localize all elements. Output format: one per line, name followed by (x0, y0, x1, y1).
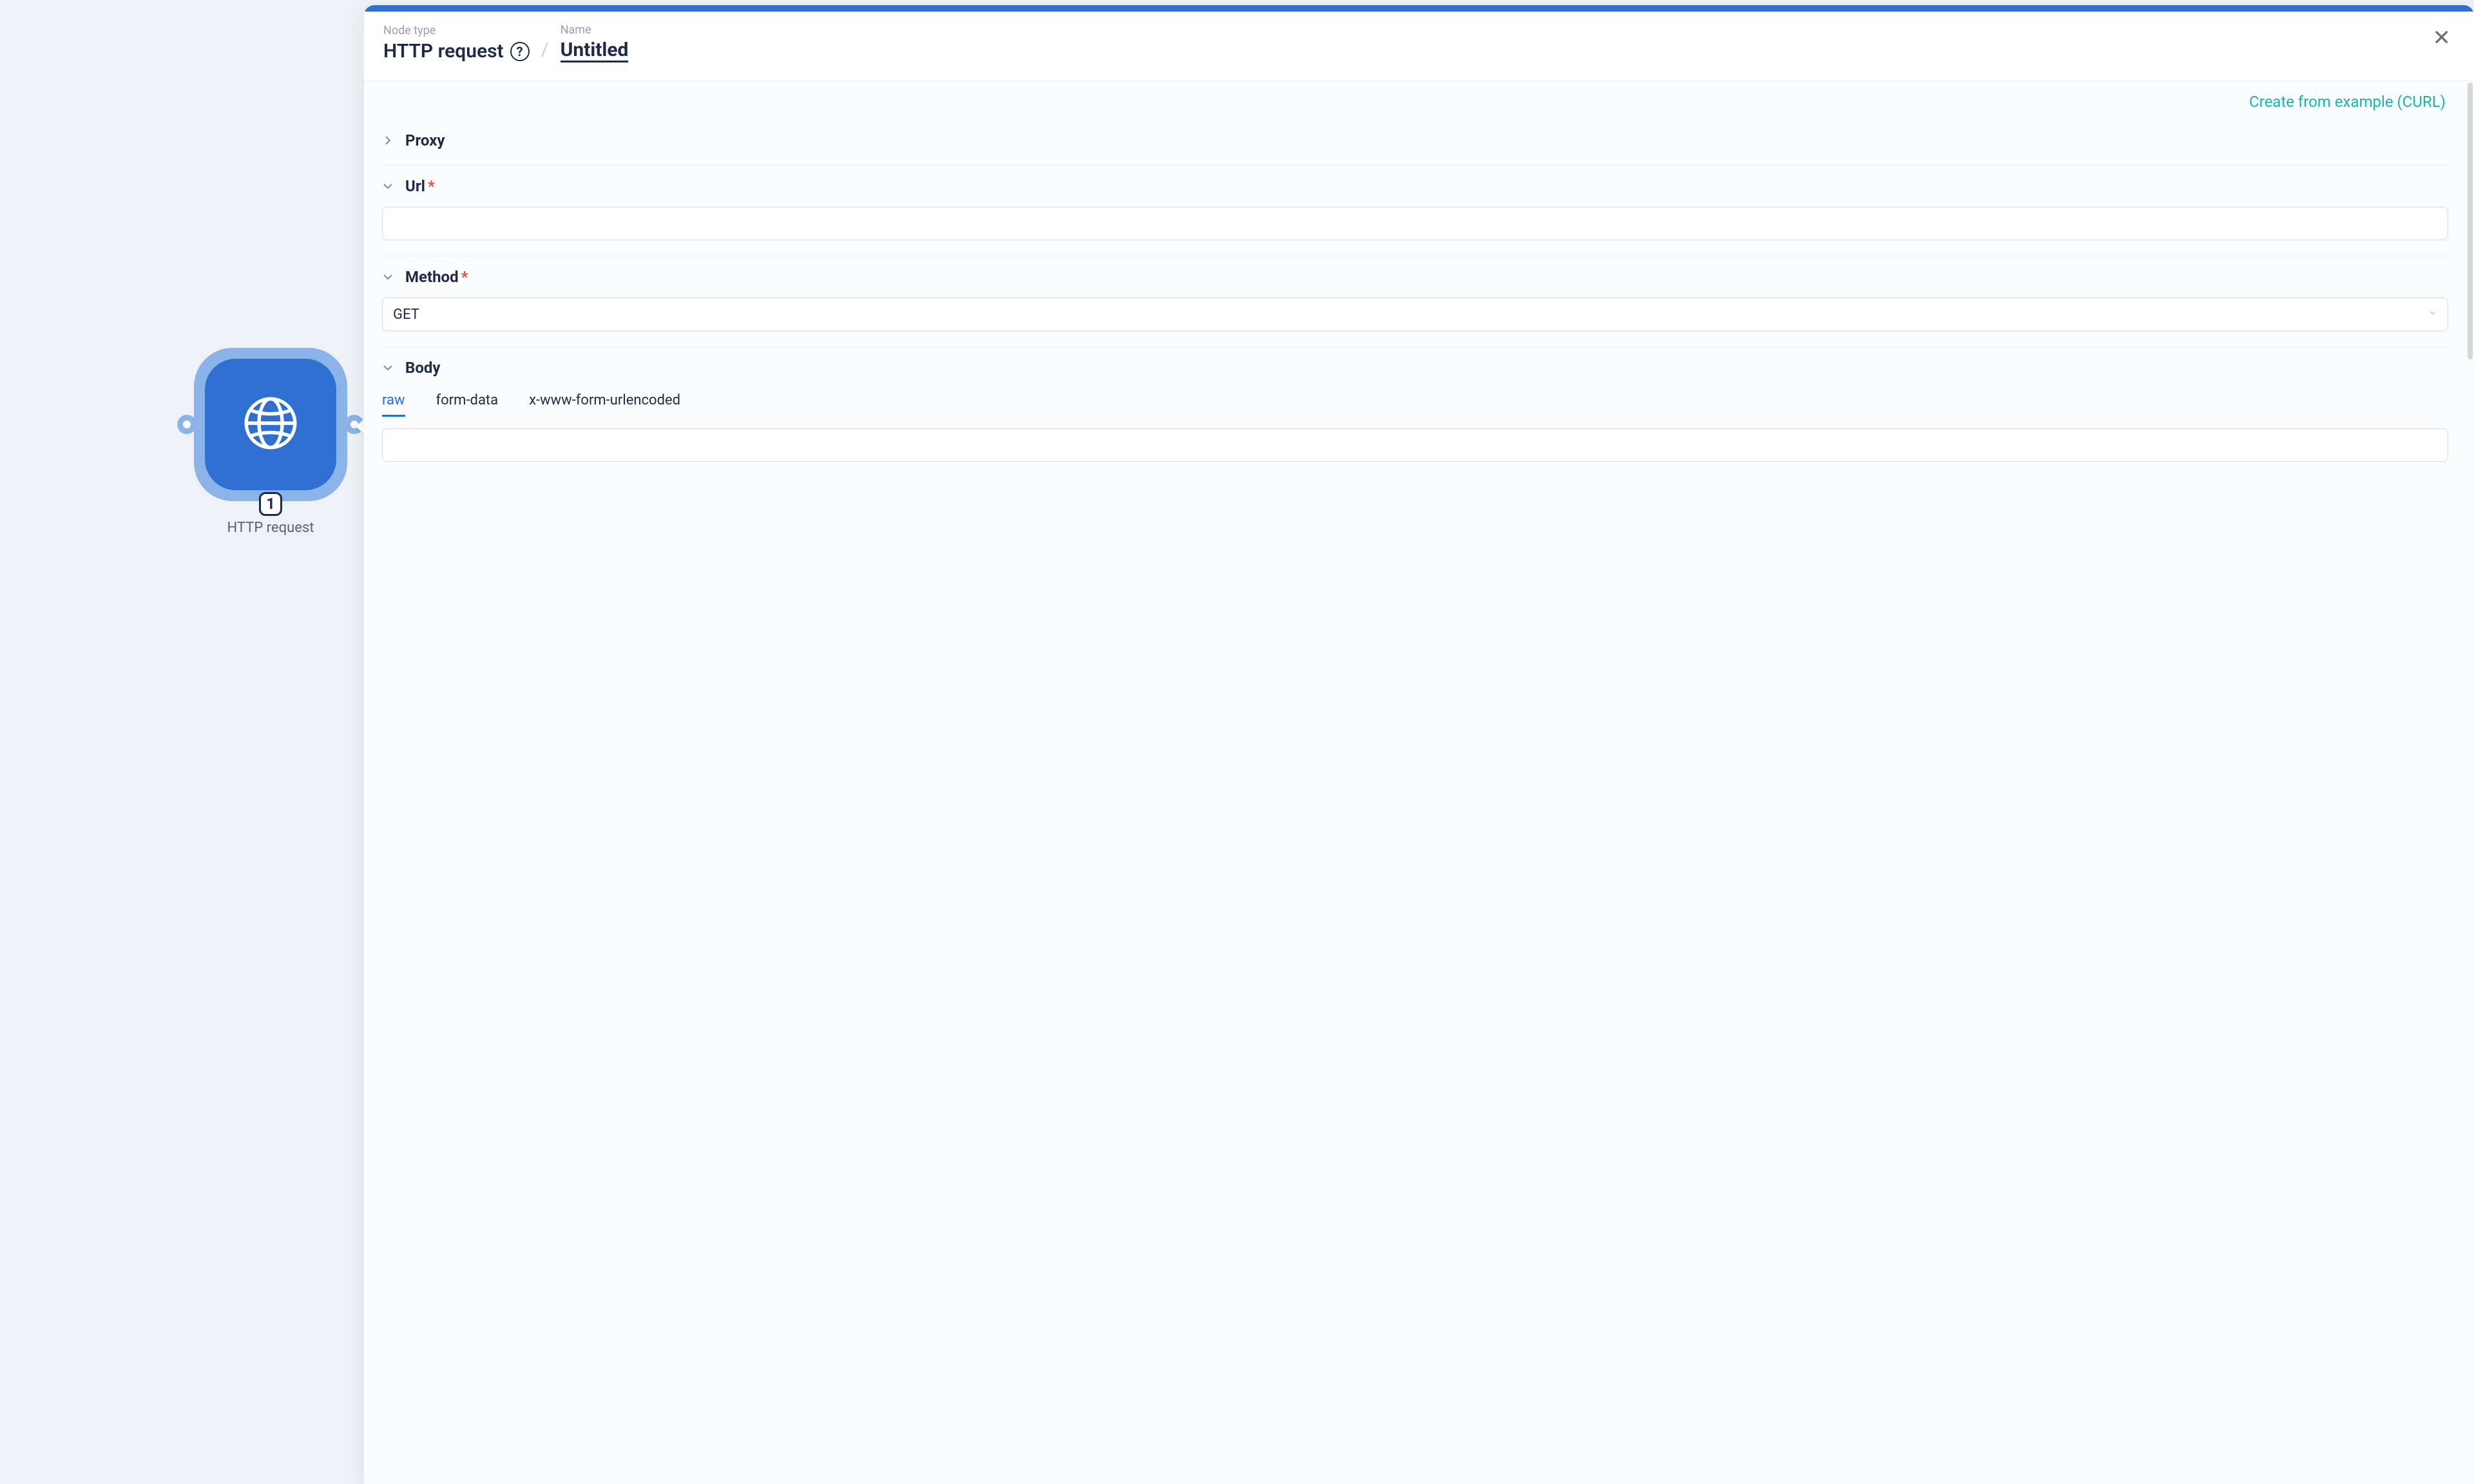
node-shell (194, 348, 347, 501)
section-method-title: Method* (405, 268, 468, 286)
section-body: Body raw form-data x-www-form-urlencoded (382, 347, 2448, 477)
tab-raw[interactable]: raw (382, 387, 405, 417)
node-name-input[interactable]: Untitled (561, 39, 629, 62)
globe-icon (242, 394, 300, 455)
panel-header: Node type HTTP request ? / Name Untitled… (364, 12, 2474, 81)
close-button[interactable]: ✕ (2429, 23, 2455, 53)
chevron-down-icon (382, 271, 394, 283)
chevron-right-icon (382, 135, 394, 146)
name-label: Name (561, 23, 629, 37)
close-icon: ✕ (2433, 25, 2451, 51)
body-tabs: raw form-data x-www-form-urlencoded (382, 387, 2448, 417)
tab-x-www-form-urlencoded[interactable]: x-www-form-urlencoded (529, 387, 680, 417)
section-body-header[interactable]: Body (382, 359, 2448, 377)
body-raw-input[interactable] (382, 428, 2448, 462)
node-body (205, 359, 336, 490)
section-method-header[interactable]: Method* (382, 268, 2448, 286)
help-icon[interactable]: ? (510, 42, 530, 61)
section-proxy: Proxy (382, 120, 2448, 166)
http-request-node[interactable]: 1 HTTP request (180, 348, 361, 536)
section-method: Method* GET (382, 256, 2448, 347)
tab-form-data[interactable]: form-data (436, 387, 499, 417)
method-select[interactable]: GET (382, 298, 2448, 331)
chevron-down-icon (382, 180, 394, 192)
method-select-value: GET (393, 307, 419, 323)
breadcrumb-separator: / (541, 39, 549, 62)
section-proxy-header[interactable]: Proxy (382, 131, 2448, 149)
node-index-badge: 1 (259, 492, 282, 516)
section-url: Url* (382, 166, 2448, 256)
node-input-port[interactable] (177, 415, 197, 434)
chevron-down-icon (2428, 309, 2437, 320)
section-url-title: Url* (405, 177, 435, 195)
create-from-curl-link[interactable]: Create from example (CURL) (382, 93, 2448, 111)
node-type-value: HTTP request (383, 40, 504, 62)
section-body-title: Body (405, 359, 440, 377)
section-proxy-title: Proxy (405, 131, 445, 149)
chevron-down-icon (382, 362, 394, 374)
scrollbar[interactable] (2468, 82, 2473, 359)
url-input[interactable] (382, 207, 2448, 240)
node-type-label: Node type (383, 24, 530, 37)
node-config-panel: Node type HTTP request ? / Name Untitled… (364, 5, 2474, 1484)
panel-body: Create from example (CURL) Proxy (364, 81, 2474, 1484)
section-url-header[interactable]: Url* (382, 177, 2448, 195)
node-label: HTTP request (227, 520, 314, 536)
panel-accent-bar (364, 5, 2474, 12)
